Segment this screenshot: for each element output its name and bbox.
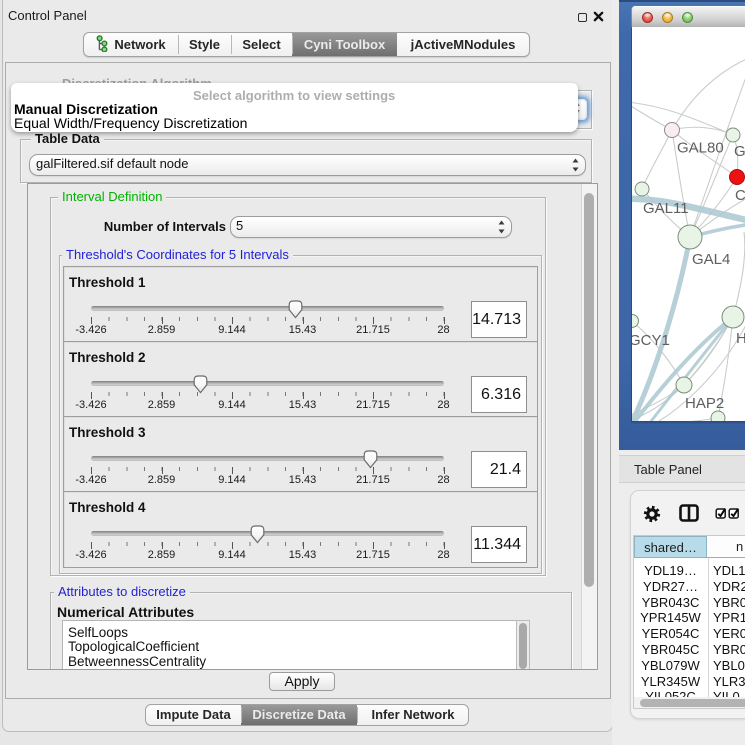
svg-text:GAL11: GAL11 [643, 200, 689, 217]
svg-text:GAL80: GAL80 [677, 140, 724, 157]
svg-text:GAL1: GAL1 [734, 143, 745, 160]
svg-text:GCY1: GCY1 [632, 332, 670, 349]
svg-text:C: C [735, 187, 745, 204]
svg-text:HAP2: HAP2 [685, 395, 724, 412]
svg-text:HIS4: HIS4 [736, 330, 745, 347]
svg-text:GAL4: GAL4 [692, 251, 730, 268]
